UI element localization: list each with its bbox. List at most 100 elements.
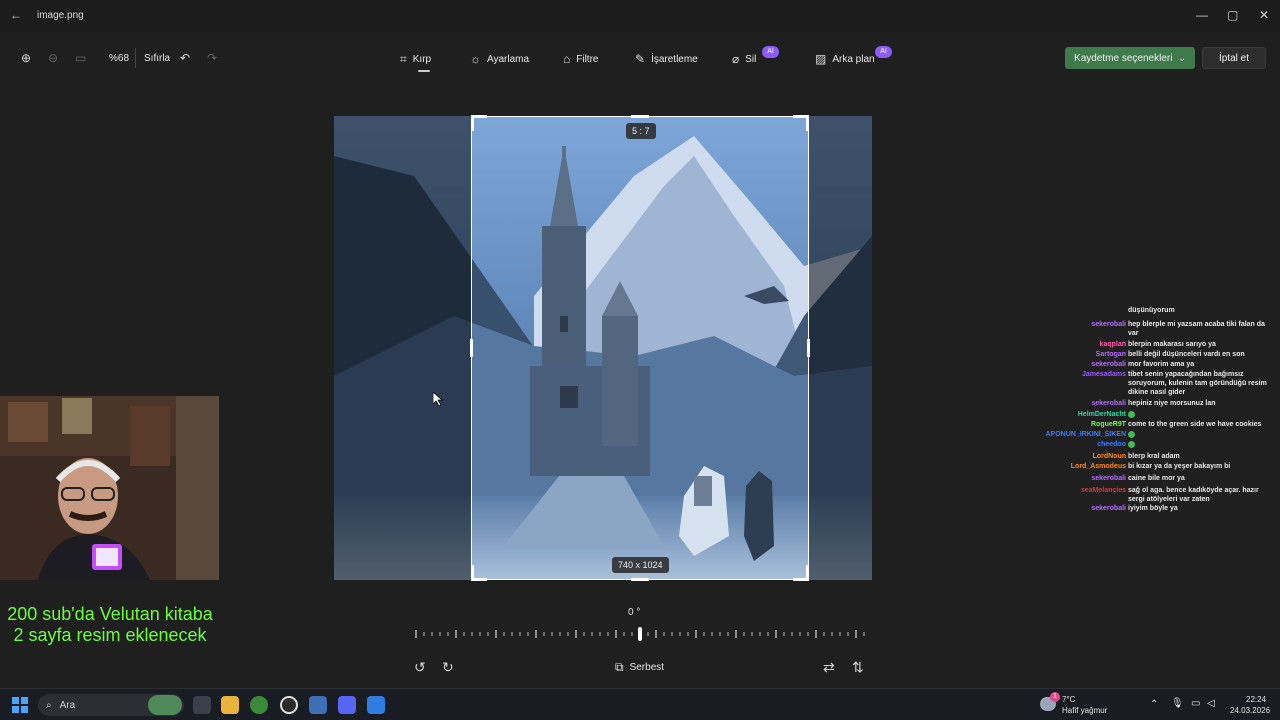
ai-badge: AI	[875, 46, 892, 58]
chat-text: iyiyim böyle ya	[1128, 505, 1178, 512]
stream-goal-line-2: 2 sayfa resim eklenecek	[13, 625, 207, 645]
crop-edge-handle[interactable]	[631, 115, 649, 118]
reset-button[interactable]: Sıfırla	[144, 53, 170, 64]
crop-icon: ⌗	[400, 52, 407, 66]
tab-erase-label: Sil	[745, 53, 757, 65]
photos-icon[interactable]	[367, 696, 385, 714]
crop-corner-handle[interactable]	[471, 565, 474, 581]
save-options-label: Kaydetme seçenekleri	[1074, 52, 1173, 64]
chat-text: blerp kral adam	[1128, 453, 1180, 460]
redo-icon[interactable]: ↷	[207, 51, 217, 65]
flip-vertical-icon[interactable]: ⇅	[852, 659, 864, 676]
search-icon: ⌕	[46, 699, 52, 711]
crop-frame[interactable]	[471, 116, 809, 580]
chat-username: LordNoun	[1092, 453, 1126, 460]
chat-text: tibet senin yapacağından bağımsız soruyo…	[1128, 371, 1267, 396]
clock-time[interactable]: 22:24	[1246, 695, 1266, 704]
zoom-level[interactable]: %68	[109, 53, 129, 64]
crop-edge-handle[interactable]	[631, 578, 649, 581]
tab-adjust-label: Ayarlama	[487, 53, 530, 65]
aspect-ratio-icon: ⧉	[615, 660, 624, 674]
chat-username: sekerobali	[1091, 475, 1126, 482]
back-arrow-icon[interactable]: ←	[10, 8, 22, 22]
chevron-up-icon[interactable]: ⌃	[1150, 699, 1158, 710]
tab-adjust[interactable]: ☼ Ayarlama	[470, 52, 529, 66]
tab-markup[interactable]: ✎ İşaretleme	[635, 52, 698, 66]
rotate-right-icon[interactable]: ↻	[442, 659, 454, 676]
fit-view-icon[interactable]: ▭	[75, 51, 86, 65]
pen-icon: ✎	[635, 52, 646, 66]
tab-filter-label: Filtre	[576, 53, 599, 65]
task-view-icon[interactable]	[193, 696, 211, 714]
volume-icon[interactable]: ◁	[1207, 698, 1215, 709]
crop-edge-handle[interactable]	[807, 339, 810, 357]
clock-date[interactable]: 24.03.2026	[1230, 706, 1270, 715]
maximize-icon[interactable]: ▢	[1227, 8, 1238, 22]
rotate-left-icon[interactable]: ↺	[414, 659, 426, 676]
windows-start-icon[interactable]	[12, 697, 28, 713]
tab-background[interactable]: ▨ Arka plan	[815, 52, 875, 66]
chat-emote-icon	[1128, 440, 1135, 448]
chrome-icon[interactable]	[250, 696, 268, 714]
chat-username: RogueR9T	[1091, 421, 1126, 428]
undo-icon[interactable]: ↶	[180, 51, 190, 65]
window-title: image.png	[37, 10, 84, 21]
chat-text: blerpin makarası sarıyo ya	[1128, 341, 1216, 348]
chat-emote-icon	[1128, 430, 1135, 438]
crop-mask-right	[809, 116, 872, 580]
chat-username: Lord_Asmodeus	[1070, 463, 1126, 470]
chat-username: sekerobali	[1091, 361, 1126, 368]
eraser-icon: ⌀	[732, 52, 740, 66]
microphone-icon[interactable]: 🎙	[1171, 698, 1184, 709]
tab-crop[interactable]: ⌗ Kırp	[400, 52, 431, 67]
close-icon[interactable]: ✕	[1259, 8, 1269, 22]
weather-description[interactable]: Hafif yağmur	[1062, 706, 1107, 715]
search-highlight-image[interactable]	[148, 695, 182, 715]
chat-text: belli değil düşünceleri vardı en son	[1128, 351, 1245, 358]
stream-goal-line-1: 200 sub'da Velutan kitaba	[7, 604, 213, 624]
weather-alert-badge: 1	[1050, 692, 1060, 702]
crop-corner-handle[interactable]	[806, 565, 809, 581]
minimize-icon[interactable]: —	[1196, 8, 1208, 22]
webcam-feed	[0, 396, 219, 580]
crop-mask-left	[334, 116, 471, 580]
network-app-icon[interactable]	[309, 696, 327, 714]
weather-temperature[interactable]: 7°C	[1062, 695, 1075, 704]
discord-icon[interactable]	[338, 696, 356, 714]
cancel-button[interactable]: İptal et	[1202, 47, 1266, 69]
aspect-mode-button[interactable]: ⧉ Serbest	[615, 660, 664, 675]
network-icon[interactable]: ▭	[1191, 698, 1200, 709]
chat-text: düşünüyorum	[1128, 307, 1175, 314]
chat-username: APONUN_IRKINI_SIKEN	[1045, 431, 1126, 438]
chevron-down-icon: ⌄	[1178, 52, 1186, 63]
chat-username: cheedoo	[1097, 441, 1126, 448]
flip-horizontal-icon[interactable]: ⇄	[823, 659, 835, 676]
chat-username: kaqplan	[1099, 341, 1126, 348]
crop-corner-handle[interactable]	[471, 115, 474, 131]
tab-markup-label: İşaretleme	[651, 53, 698, 65]
save-options-button[interactable]: Kaydetme seçenekleri ⌄	[1065, 47, 1195, 69]
chat-username: Sartogan	[1095, 351, 1126, 358]
chat-emote-icon	[1128, 410, 1135, 418]
chat-text	[1128, 440, 1272, 449]
chat-text: come to the green side we have cookies	[1128, 421, 1262, 428]
chat-username: sekerobali	[1091, 400, 1126, 407]
zoom-in-icon[interactable]: ⊕	[21, 51, 31, 65]
tab-filter[interactable]: ⌂ Filtre	[563, 52, 598, 66]
obs-icon[interactable]	[280, 696, 298, 714]
chat-username: sekerobali	[1091, 505, 1126, 512]
zoom-out-icon[interactable]: ⊖	[48, 51, 58, 65]
rotation-slider[interactable]	[410, 626, 870, 642]
chat-username: seaMelancies	[1080, 487, 1126, 494]
rotation-value: 0 °	[628, 607, 641, 618]
tab-crop-label: Kırp	[412, 54, 432, 65]
rotation-slider-thumb[interactable]	[638, 627, 642, 641]
chat-text: caine bile mor ya	[1128, 475, 1185, 482]
file-explorer-icon[interactable]	[221, 696, 239, 714]
crop-edge-handle[interactable]	[470, 339, 473, 357]
chat-text	[1128, 430, 1272, 439]
chat-text: mor favorim ama ya	[1128, 361, 1195, 368]
crop-corner-handle[interactable]	[806, 115, 809, 131]
cancel-label: İptal et	[1218, 52, 1250, 64]
tab-erase[interactable]: ⌀ Sil	[732, 52, 756, 66]
